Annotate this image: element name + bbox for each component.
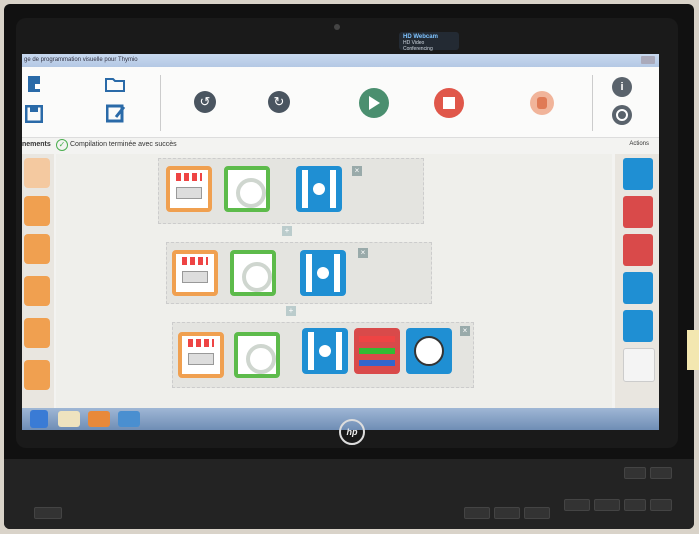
motor-right-slider[interactable] bbox=[336, 332, 342, 370]
events-palette bbox=[22, 154, 54, 430]
action-motor-block[interactable] bbox=[300, 250, 346, 296]
event-block-proximity[interactable] bbox=[172, 250, 218, 296]
save-as-icon[interactable] bbox=[104, 101, 128, 125]
key bbox=[524, 507, 550, 519]
new-file-icon[interactable] bbox=[24, 73, 44, 95]
compile-status-message: Compilation terminée avec succès bbox=[70, 141, 177, 148]
action-timer-palette-block[interactable] bbox=[623, 310, 653, 342]
toolbar-separator-right bbox=[592, 75, 593, 131]
action-motor-palette-block[interactable] bbox=[623, 158, 653, 190]
key bbox=[494, 507, 520, 519]
undo-icon[interactable]: ↺ bbox=[194, 91, 216, 113]
event-block-proximity[interactable] bbox=[178, 332, 224, 378]
key bbox=[650, 499, 672, 511]
event-tap-block[interactable] bbox=[24, 276, 50, 306]
toolbar: ↺ ↻ i bbox=[22, 67, 659, 138]
blue-slider[interactable] bbox=[359, 360, 395, 366]
camera-lens bbox=[334, 24, 340, 30]
key bbox=[594, 499, 620, 511]
key bbox=[34, 507, 62, 519]
add-pair-button[interactable]: + bbox=[282, 226, 292, 236]
redo-icon[interactable]: ↻ bbox=[268, 91, 290, 113]
remove-pair-button[interactable]: × bbox=[460, 326, 470, 336]
window-controls[interactable] bbox=[641, 56, 655, 64]
event-ground-block[interactable] bbox=[24, 234, 50, 264]
run-icon[interactable] bbox=[359, 88, 389, 118]
start-button[interactable] bbox=[30, 410, 48, 428]
screenshot-icon[interactable] bbox=[612, 105, 632, 125]
sensor-indicators bbox=[182, 257, 208, 265]
save-icon[interactable] bbox=[24, 103, 44, 125]
events-label: nements bbox=[22, 141, 51, 148]
motor-left-slider[interactable] bbox=[308, 332, 314, 370]
event-proximity-block[interactable] bbox=[24, 196, 50, 226]
info-icon[interactable]: i bbox=[612, 77, 632, 97]
action-motor-block[interactable] bbox=[296, 166, 342, 212]
robot-icon bbox=[319, 345, 331, 357]
action-state-palette-block[interactable] bbox=[623, 348, 655, 382]
webcam-popup: HD Webcam HD Video Conferencing bbox=[399, 32, 459, 52]
key bbox=[464, 507, 490, 519]
thymio-taskbar-icon[interactable] bbox=[118, 411, 140, 427]
state-block[interactable] bbox=[224, 166, 270, 212]
action-timer-block[interactable] bbox=[406, 328, 452, 374]
add-pair-button[interactable]: + bbox=[286, 306, 296, 316]
sensor-indicators bbox=[176, 173, 202, 181]
program-canvas[interactable]: × + × + × bbox=[56, 154, 612, 430]
window-title: ge de programmation visuelle pour Thymio bbox=[24, 57, 138, 63]
sensor-bar bbox=[182, 271, 208, 283]
action-motor-block[interactable] bbox=[302, 328, 348, 374]
hp-logo: hp bbox=[339, 419, 365, 445]
state-block[interactable] bbox=[234, 332, 280, 378]
actions-label: Actions bbox=[629, 141, 649, 147]
key bbox=[624, 499, 646, 511]
motor-right-slider[interactable] bbox=[334, 254, 340, 292]
keyboard bbox=[4, 459, 694, 529]
action-music-palette-block[interactable] bbox=[623, 272, 653, 304]
advanced-mode-icon[interactable] bbox=[530, 91, 554, 115]
action-top-color-palette-block[interactable] bbox=[623, 196, 653, 228]
sensor-bar bbox=[188, 353, 214, 365]
state-block[interactable] bbox=[230, 250, 276, 296]
explorer-taskbar-icon[interactable] bbox=[58, 411, 80, 427]
state-ring bbox=[236, 178, 266, 208]
actions-palette bbox=[615, 154, 659, 430]
success-check-icon: ✓ bbox=[56, 139, 68, 151]
green-slider[interactable] bbox=[359, 348, 395, 354]
webcam-subtitle: HD Video Conferencing bbox=[403, 40, 433, 52]
title-bar: ge de programmation visuelle pour Thymio bbox=[22, 54, 659, 67]
stop-icon[interactable] bbox=[434, 88, 464, 118]
app-screen: ge de programmation visuelle pour Thymio… bbox=[22, 54, 659, 430]
event-clap-block[interactable] bbox=[24, 318, 50, 348]
sensor-indicators bbox=[188, 339, 214, 347]
event-buttons-block[interactable] bbox=[24, 158, 50, 188]
robot-icon bbox=[313, 183, 325, 195]
state-ring bbox=[246, 344, 276, 374]
motor-right-slider[interactable] bbox=[330, 170, 336, 208]
key bbox=[564, 499, 590, 511]
key bbox=[624, 467, 646, 479]
laptop: HD Webcam HD Video Conferencing ge de pr… bbox=[4, 4, 694, 529]
event-block-proximity[interactable] bbox=[166, 166, 212, 212]
stop-square bbox=[443, 97, 455, 109]
clock-icon bbox=[414, 336, 444, 366]
motor-left-slider[interactable] bbox=[306, 254, 312, 292]
event-timer-block[interactable] bbox=[24, 360, 50, 390]
motor-left-slider[interactable] bbox=[302, 170, 308, 208]
firefox-taskbar-icon[interactable] bbox=[88, 411, 110, 427]
remove-pair-button[interactable]: × bbox=[358, 248, 368, 258]
robot-icon bbox=[317, 267, 329, 279]
advanced-glyph bbox=[537, 97, 547, 109]
toolbar-separator bbox=[160, 75, 161, 131]
state-ring bbox=[242, 262, 272, 292]
remove-pair-button[interactable]: × bbox=[352, 166, 362, 176]
background-object bbox=[687, 330, 699, 370]
key bbox=[650, 467, 672, 479]
red-slider[interactable] bbox=[359, 336, 395, 342]
open-folder-icon[interactable] bbox=[104, 73, 126, 95]
camera-glyph bbox=[616, 109, 628, 121]
action-bottom-color-palette-block[interactable] bbox=[623, 234, 653, 266]
action-color-block[interactable] bbox=[354, 328, 400, 374]
sensor-bar bbox=[176, 187, 202, 199]
